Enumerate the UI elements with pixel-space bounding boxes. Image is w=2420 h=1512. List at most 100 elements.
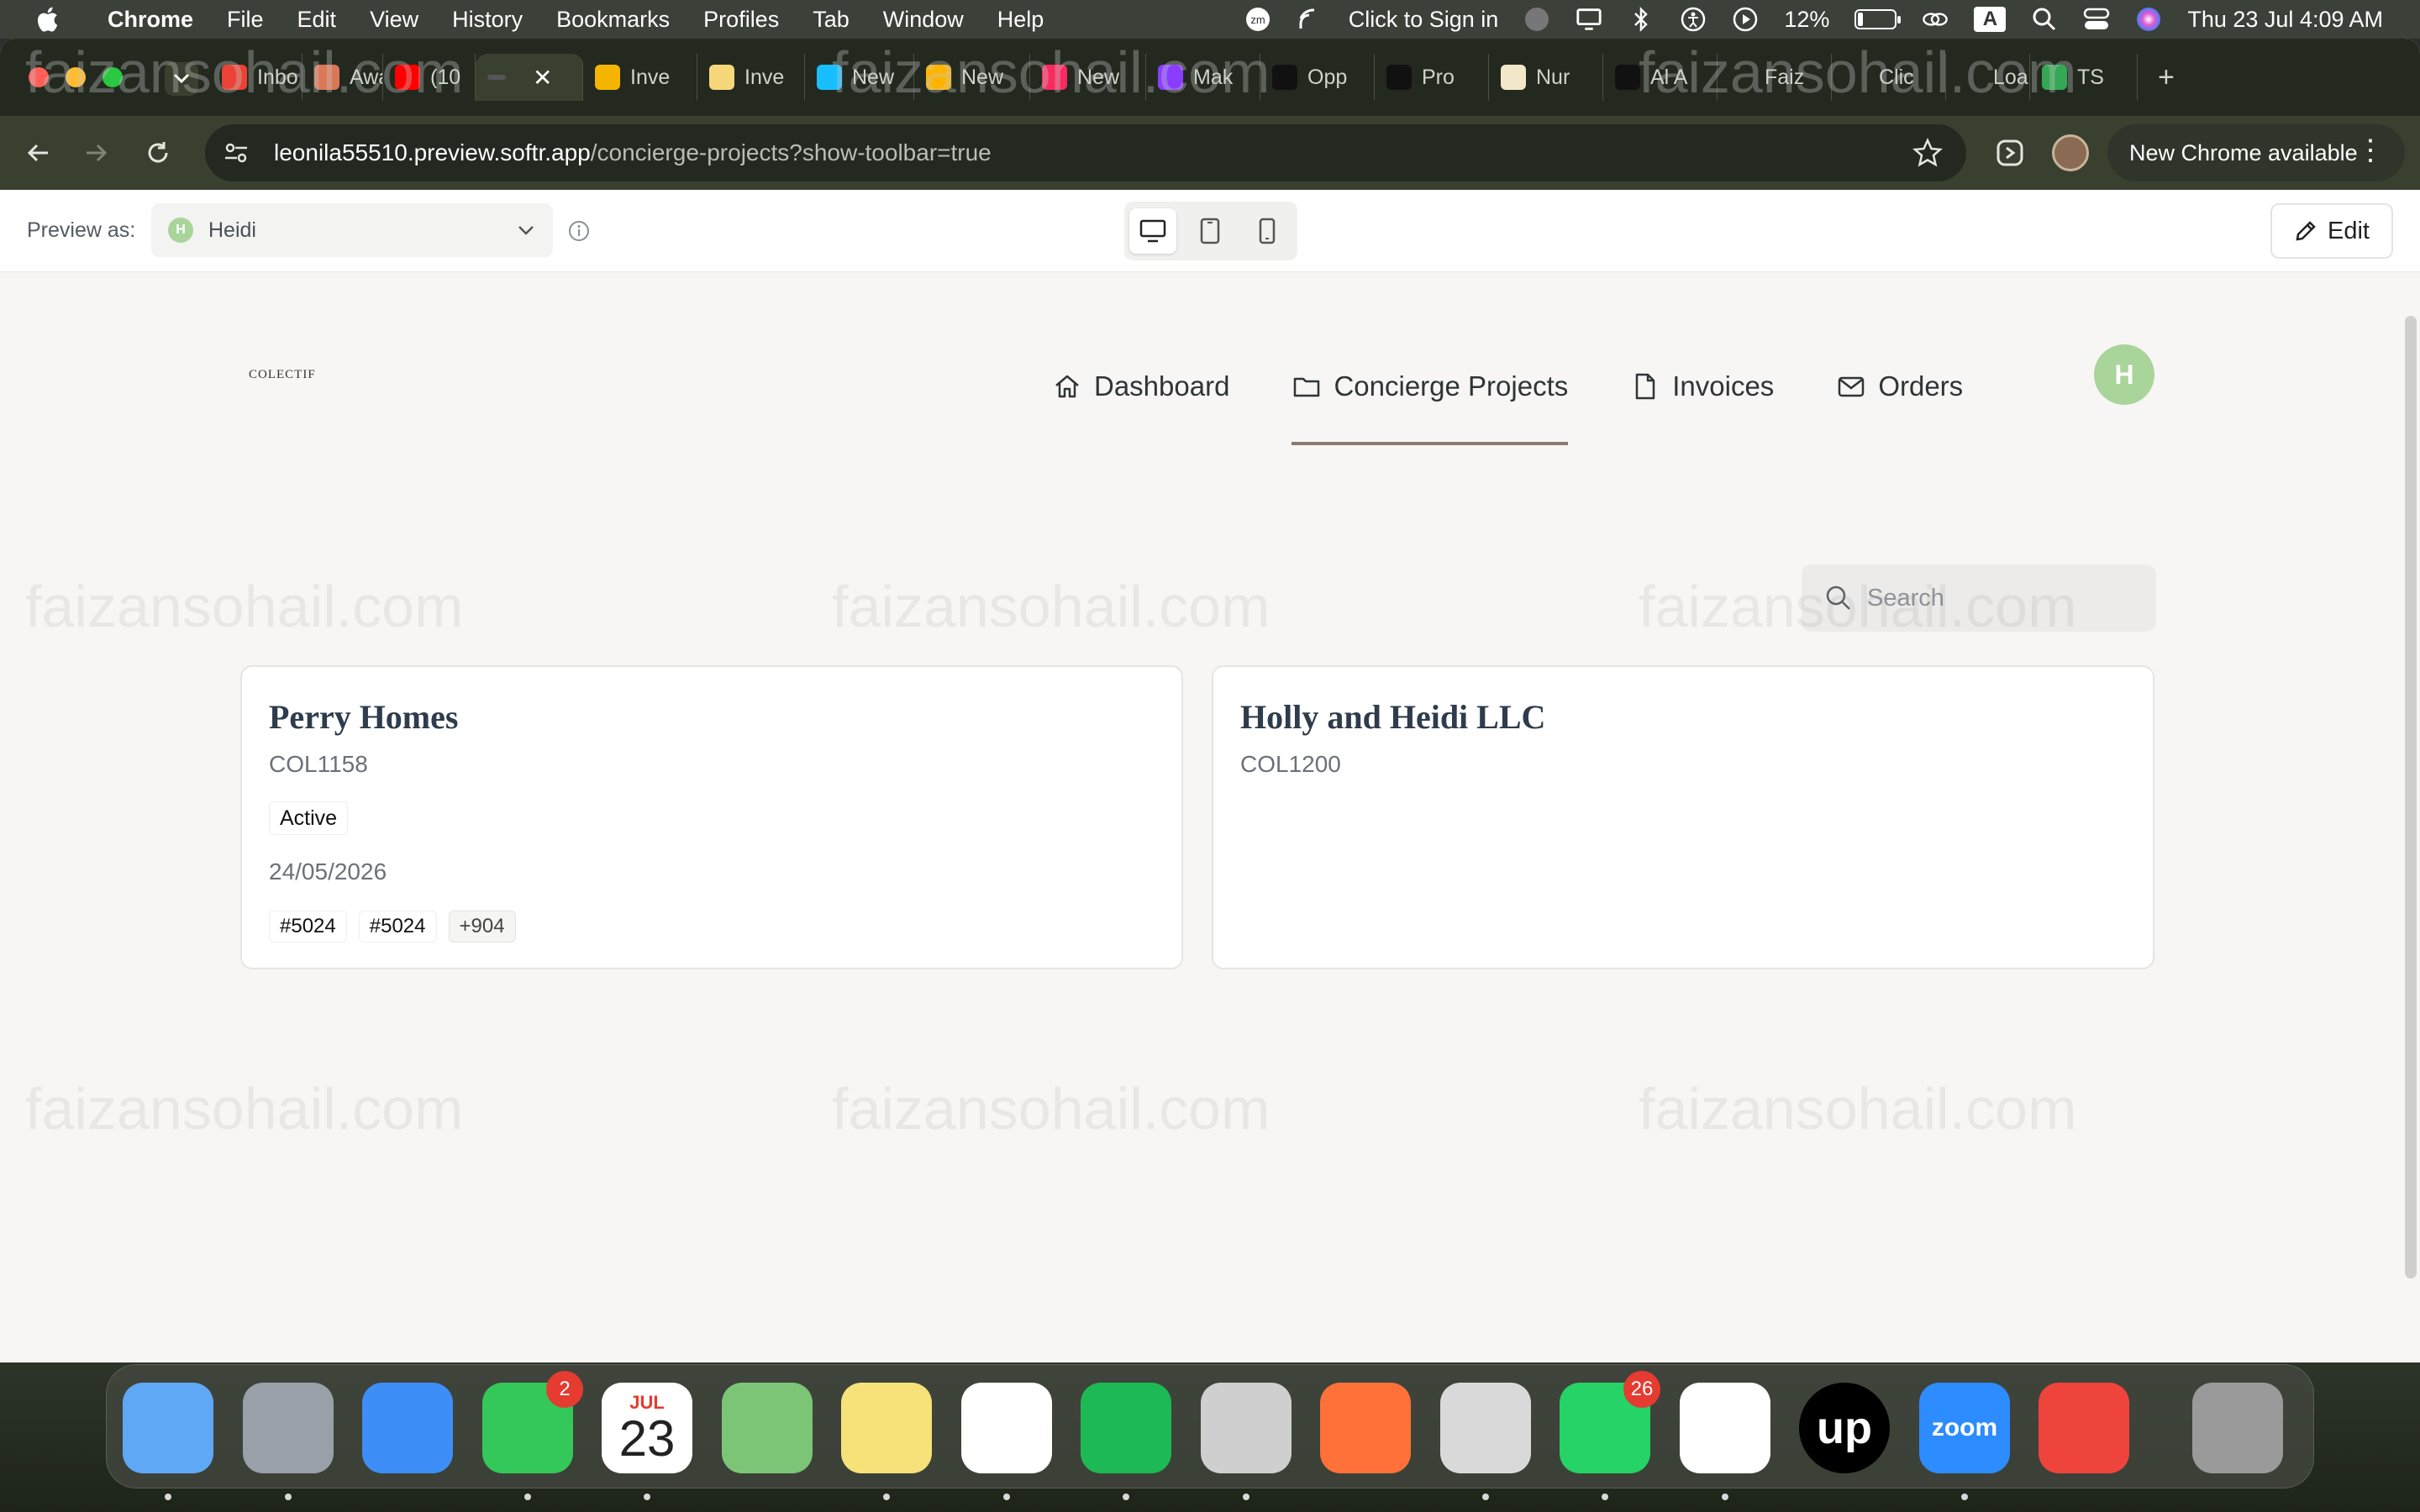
upwork-icon[interactable]: up [1799,1383,1890,1473]
preview-user-select[interactable]: H Heidi [151,203,553,257]
input-source-icon[interactable]: A [1974,7,2007,32]
spotlight-search-icon[interactable] [2031,6,2058,33]
notes-icon[interactable] [841,1383,932,1473]
update-chrome-button[interactable]: New Chrome available ⋮ [2107,124,2405,181]
edit-button[interactable]: Edit [2270,203,2393,259]
close-tab-icon[interactable]: ✕ [533,64,552,92]
upwork-menubar-icon[interactable] [1523,6,1550,33]
play-icon[interactable] [1732,6,1759,33]
nav-invoices[interactable]: Invoices [1630,353,1774,420]
whatsapp-icon[interactable]: 26 [1560,1371,1660,1473]
menu-view[interactable]: View [370,7,418,33]
display-icon[interactable] [1576,6,1602,33]
tab-invoices-1[interactable]: Inve [583,54,697,101]
reload-button[interactable] [139,134,176,171]
battery-icon[interactable] [1854,9,1902,29]
zoom-window-button[interactable] [103,67,123,87]
tab-new-1[interactable]: New [805,54,914,101]
menu-window[interactable]: Window [883,7,964,33]
tab-new-2[interactable]: New [914,54,1030,101]
more-tags-badge[interactable]: +904 [448,911,516,942]
calculator-icon[interactable] [1201,1383,1292,1473]
mobile-view-button[interactable] [1244,208,1291,254]
zoom-icon[interactable]: zoom [1919,1383,2010,1473]
tab-nurture[interactable]: Nur [1489,54,1603,101]
tablet-view-button[interactable] [1186,208,1234,254]
search-input[interactable] [1867,584,2136,612]
tab-new-3[interactable]: New [1030,54,1146,101]
tab-upwork-opp[interactable]: Opp [1260,54,1375,101]
project-card[interactable]: Holly and Heidi LLC COL1200 [1212,665,2154,969]
chrome-icon[interactable] [961,1383,1052,1473]
tab-claude[interactable]: Awa [302,54,383,101]
app-logo[interactable]: COLECTIF [249,368,316,382]
maps-icon[interactable] [722,1383,813,1473]
close-window-button[interactable] [29,67,49,87]
mail-app-icon[interactable] [362,1383,453,1473]
info-icon[interactable] [568,220,590,242]
new-tab-button[interactable]: + [2158,61,2175,94]
menu-edit[interactable]: Edit [297,7,337,33]
trash-icon[interactable] [2192,1383,2283,1473]
tab-load[interactable]: Loa [1946,54,2030,101]
tab-faiz[interactable]: Faiz [1718,54,1832,101]
firefox-icon[interactable] [1320,1383,1411,1473]
slack-icon[interactable] [1680,1383,1770,1473]
apple-icon[interactable] [34,4,64,34]
site-settings-icon[interactable] [222,139,250,167]
zoom-menubar-icon[interactable]: zm [1244,6,1271,33]
tab-upwork-ai[interactable]: Al A [1603,54,1718,101]
spotify-icon[interactable] [1081,1383,1171,1473]
minimize-window-button[interactable] [66,67,86,87]
nav-label: Concierge Projects [1334,370,1569,402]
menu-tab[interactable]: Tab [813,7,850,33]
forward-button[interactable] [77,134,114,171]
page-scrollbar[interactable] [2405,316,2417,1278]
project-card[interactable]: Perry Homes COL1158 Active 24/05/2026 #5… [240,665,1183,969]
bluetooth-icon[interactable] [1628,6,1655,33]
menu-bookmarks[interactable]: Bookmarks [556,7,670,33]
desktop-view-button[interactable] [1129,208,1176,254]
sign-in-status[interactable]: Click to Sign in [1349,7,1499,33]
calendar-icon[interactable]: JUL 23 [602,1383,692,1473]
messages-icon[interactable]: 2 [482,1371,583,1473]
tab-search-chevron-icon[interactable] [165,62,198,96]
menu-history[interactable]: History [452,7,523,33]
chrome-profile-avatar[interactable] [2052,134,2089,171]
tab-softr-active[interactable]: ✕ [476,54,583,101]
extension-icon[interactable] [1993,136,2027,170]
control-center-icon[interactable] [2083,6,2110,33]
menu-profiles[interactable]: Profiles [703,7,779,33]
running-indicator [285,1494,292,1500]
launchpad-icon[interactable] [243,1383,334,1473]
tab-make[interactable]: Mak [1146,54,1260,101]
tab-youtube[interactable]: (10 [383,54,476,101]
more-options-icon[interactable]: ⋮ [2356,136,2385,165]
app-user-avatar[interactable]: H [2094,344,2154,405]
anydesk-icon[interactable] [2039,1383,2129,1473]
finder-icon[interactable] [123,1383,213,1473]
siri-icon[interactable] [2135,6,2162,33]
nav-dashboard[interactable]: Dashboard [1052,353,1229,420]
menu-app-name[interactable]: Chrome [108,7,193,33]
search-box[interactable] [1802,564,2156,632]
iphone-icon[interactable] [1440,1383,1531,1473]
clock[interactable]: Thu 23 Jul 4:09 AM [2187,7,2383,33]
address-bar[interactable]: leonila55510.preview.softr.app/concierge… [205,124,1966,181]
tab-click[interactable]: Clic [1832,54,1946,101]
back-button[interactable] [20,134,57,171]
accessibility-icon[interactable] [1680,6,1707,33]
url-text[interactable]: leonila55510.preview.softr.app/concierge… [274,139,992,166]
tab-upwork-pro[interactable]: Pro [1375,54,1489,101]
tab-ts[interactable]: TS [2030,54,2138,101]
nav-orders[interactable]: Orders [1836,353,1963,420]
broadcast-icon[interactable] [1297,6,1323,33]
tab-gmail[interactable]: Inbo [210,54,302,101]
link-icon[interactable] [1922,6,1949,33]
menu-file[interactable]: File [227,7,264,33]
bookmark-star-icon[interactable] [1912,138,1943,168]
nav-concierge-projects[interactable]: Concierge Projects [1292,353,1569,445]
menu-help[interactable]: Help [997,7,1044,33]
sheet-icon [709,65,734,90]
tab-invoices-2[interactable]: Inve [697,54,805,101]
